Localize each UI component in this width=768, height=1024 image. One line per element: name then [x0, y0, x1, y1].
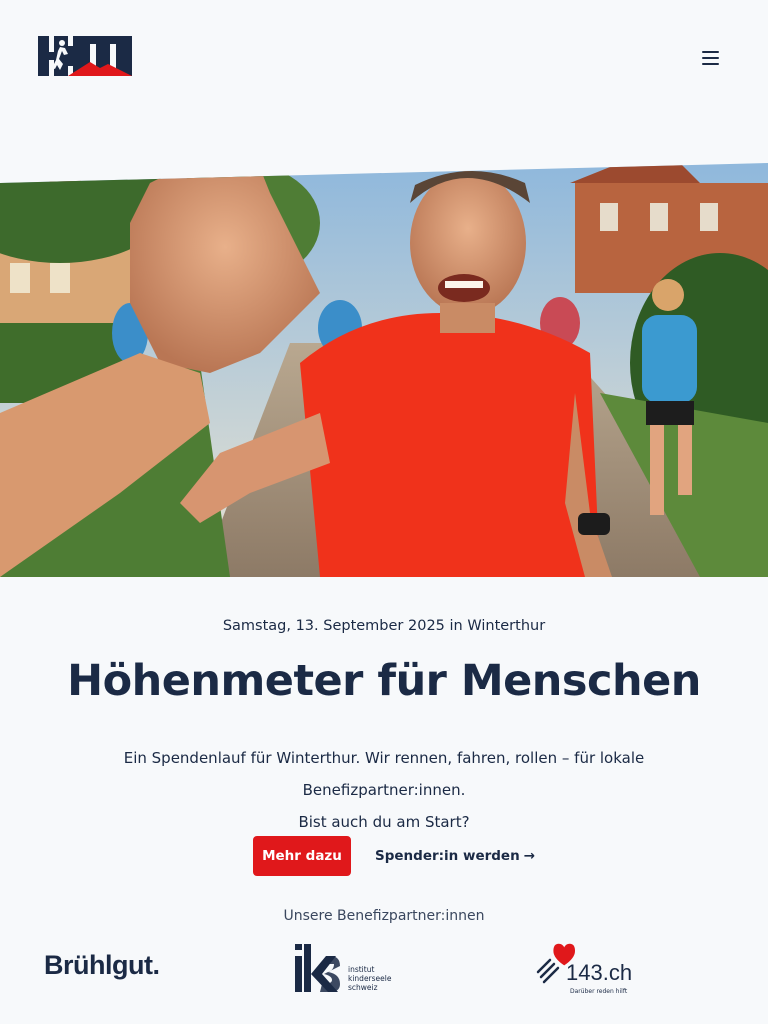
menu-bar [701, 63, 719, 65]
more-info-button[interactable]: Mehr dazu [253, 836, 351, 876]
iks-line-2: kinderseele [348, 974, 392, 983]
143-tagline: Darüber reden hilft [570, 988, 628, 995]
lead-line-2: Bist auch du am Start? [298, 813, 470, 831]
arrow-right-icon: → [523, 848, 535, 864]
event-lead: Ein Spendenlauf für Winterthur. Wir renn… [44, 742, 724, 838]
menu-bar [701, 57, 719, 59]
hero-image [0, 163, 768, 577]
become-donor-link[interactable]: Spender:in werden → [375, 846, 535, 866]
become-donor-label: Spender:in werden [375, 848, 520, 864]
partner-logo-bruehlgut[interactable]: Brühlgut. [44, 950, 160, 981]
site-header [0, 0, 768, 110]
partners-title: Unsere Benefizpartner:innen [283, 908, 485, 924]
site-logo[interactable] [38, 36, 132, 76]
lead-line-1: Ein Spendenlauf für Winterthur. Wir renn… [123, 749, 645, 799]
event-date: Samstag, 13. September 2025 in Winterthu… [222, 618, 546, 634]
hamburger-menu-icon[interactable] [696, 46, 724, 70]
iks-line-3: schweiz [348, 983, 378, 992]
partner-logo-iks[interactable]: institut kinderseele schweiz [294, 944, 404, 994]
menu-bar [701, 51, 719, 53]
partner-logo-143[interactable]: 143.ch Darüber reden hilft [536, 942, 636, 996]
page-title: Höhenmeter für Menschen [67, 656, 701, 706]
143-wordmark: 143.ch [566, 960, 632, 985]
iks-line-1: institut [348, 965, 374, 974]
